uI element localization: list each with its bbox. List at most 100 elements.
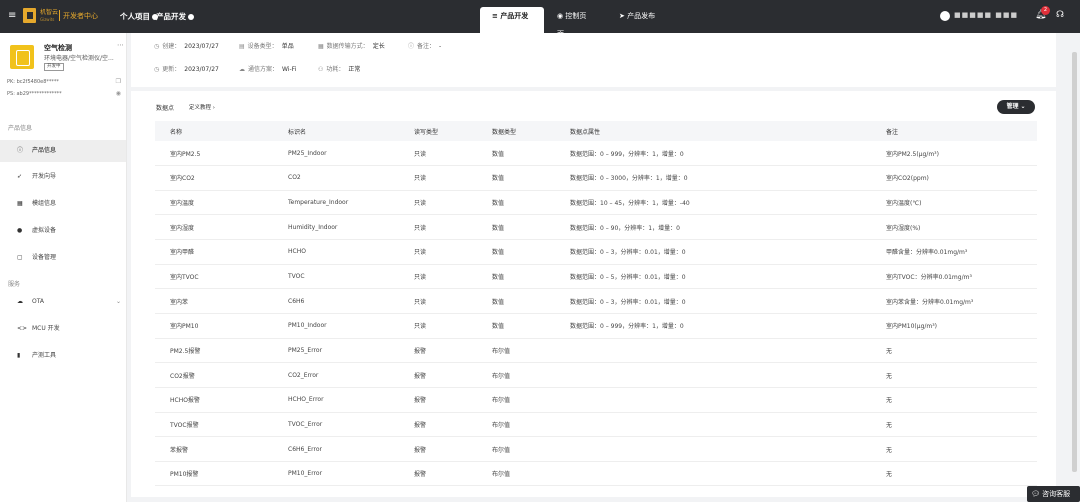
sidebar-item-device-management[interactable]: ▢ 设备管理 xyxy=(0,247,126,269)
datapoint-table: 名称 标识名 读写类型 数据类型 数据点属性 备注 室内PM2.5 PM25_Indoor 只… xyxy=(155,121,1037,487)
table-cell: 只读 xyxy=(399,313,477,339)
table-cell: 报警 xyxy=(399,338,477,364)
avatar[interactable] xyxy=(940,11,950,21)
nav-personal-projects[interactable]: 个人项目 xyxy=(120,11,158,22)
table-row[interactable]: CO2报警 CO2_Error 报警 布尔值 无 xyxy=(155,362,1037,388)
table-cell: 只读 xyxy=(399,239,477,265)
more-icon[interactable]: ⋯ xyxy=(117,41,124,49)
table-cell: CO2报警 xyxy=(155,362,273,388)
table-cell: 室内TVOC xyxy=(155,264,273,290)
table-row[interactable]: PM2.5报警 PM25_Error 报警 布尔值 无 xyxy=(155,338,1037,364)
table-row[interactable]: HCHO报警 HCHO_Error 报警 布尔值 无 xyxy=(155,387,1037,413)
table-row[interactable]: 苯报警 C6H6_Error 报警 布尔值 无 xyxy=(155,436,1037,462)
table-cell: HCHO_Error xyxy=(273,387,399,413)
sidebar-item-dev-guide[interactable]: ➶ 开发向导 xyxy=(0,166,126,188)
section-service: 服务 xyxy=(8,281,21,288)
table-cell: 只读 xyxy=(399,264,477,290)
headset-icon[interactable]: ☊ xyxy=(1056,10,1064,20)
sidebar-item-module-info[interactable]: ▦ 模组信息 xyxy=(0,193,126,215)
product-secret: PS: ab29************* ◉ xyxy=(7,90,121,97)
column-header: 数据点属性 xyxy=(555,121,871,141)
table-cell: 数据范围：10 – 45，分辨率：1，增量：-40 xyxy=(555,190,871,216)
table-cell: 报警 xyxy=(399,412,477,438)
column-header: 读写类型 xyxy=(399,121,477,141)
customer-service-button[interactable]: 💬︎ 咨询客服 xyxy=(1027,486,1080,502)
table-cell: 数据范围：0 – 3000，分辨率：1，增量：0 xyxy=(555,165,871,191)
scrollbar[interactable] xyxy=(1072,52,1077,472)
table-cell: 室内温度(℃) xyxy=(871,190,1037,216)
table-cell: 甲醛含量：分辨率0.01mg/m³ xyxy=(871,239,1037,265)
sidebar: 空气检测 环境电器/空气检测仪/空... 开发中 ⋯ PK: bc2f5480e… xyxy=(0,33,127,502)
table-cell: Humidity_Indoor xyxy=(273,214,399,241)
product-category: 环境电器/空气检测仪/空... xyxy=(44,55,114,62)
table-cell: 室内湿度 xyxy=(155,214,273,241)
top-navbar: ≡ 机智云 Gizwits 开发者中心 个人项目 产品开发 ≡ 产品开发 ◉ 控制… xyxy=(0,0,1080,38)
table-cell: 无 xyxy=(871,362,1037,388)
cloud-icon: ☁ xyxy=(239,66,245,73)
table-body: 室内PM2.5 PM25_Indoor 只读 数值 数据范围：0 – 999，分辨率：1… xyxy=(155,141,1037,487)
table-cell: 苯报警 xyxy=(155,436,273,462)
table-cell: 数据范围：0 – 3，分辨率：0.01，增量：0 xyxy=(555,239,871,265)
dropdown-icon xyxy=(188,14,194,20)
table-row[interactable]: 室内TVOC TVOC 只读 数值 数据范围：0 – 5，分辨率：0.01，增量：0 室内… xyxy=(155,264,1037,290)
table-row[interactable]: 室内甲醛 HCHO 只读 数值 数据范围：0 – 3，分辨率：0.01，增量：0 甲醛含量… xyxy=(155,239,1037,265)
copy-icon[interactable]: ❐ xyxy=(116,78,121,85)
table-cell: 数据范围：0 – 3，分辨率：0.01，增量：0 xyxy=(555,288,871,314)
tab-control-page[interactable]: ◉ 控制页面 xyxy=(545,7,605,38)
table-cell: 数值 xyxy=(477,313,555,339)
sidebar-item-virtual-device[interactable]: ● 虚拟设备 xyxy=(0,220,126,242)
table-row[interactable]: 室内湿度 Humidity_Indoor 只读 数值 数据范围：0 – 90，分辨率：1… xyxy=(155,214,1037,241)
table-cell: C6H6 xyxy=(273,288,399,314)
sidebar-item-mcu-dev[interactable]: <> MCU 开发 xyxy=(0,318,126,340)
product-name: 空气检测 xyxy=(44,44,72,52)
info-updated: ◷ 更新： 2023/07/27 xyxy=(154,66,219,73)
table-cell: 布尔值 xyxy=(477,436,555,462)
info-comm-scheme: ☁ 通信方案： Wi-Fi xyxy=(239,66,297,73)
table-cell: 室内PM2.5(μg/m³) xyxy=(871,141,1037,167)
transfer-icon: ▦ xyxy=(318,43,324,50)
hamburger-icon[interactable]: ≡ xyxy=(8,11,16,21)
column-header: 标识名 xyxy=(273,121,399,141)
table-row[interactable]: 室内PM10 PM10_Indoor 只读 数值 数据范围：0 – 999，分辨率：1，… xyxy=(155,313,1037,339)
table-cell: CO2_Error xyxy=(273,362,399,388)
table-cell: TVOC报警 xyxy=(155,412,273,438)
table-row[interactable]: 室内PM2.5 PM25_Indoor 只读 数值 数据范围：0 – 999，分辨率：1… xyxy=(155,141,1037,167)
chat-icon: 💬︎ xyxy=(1031,490,1040,498)
device-icon: ▢ xyxy=(17,254,23,261)
product-key: PK: bc2f5480e8***** ❐ xyxy=(7,78,121,85)
user-name[interactable]: ■■■■■ ■■■ xyxy=(954,11,1018,19)
table-row[interactable]: 室内CO2 CO2 只读 数值 数据范围：0 – 3000，分辨率：1，增量：0 室内CO… xyxy=(155,165,1037,191)
table-row[interactable]: TVOC报警 TVOC_Error 报警 布尔值 无 xyxy=(155,412,1037,438)
list-icon: ≡ xyxy=(492,12,498,20)
table-cell: 布尔值 xyxy=(477,362,555,388)
nav-product-dev[interactable]: 产品开发 xyxy=(156,11,194,22)
table-cell: 无 xyxy=(871,338,1037,364)
table-cell: 室内PM2.5 xyxy=(155,141,273,167)
chevron-down-icon: ⌄ xyxy=(116,298,122,305)
tab-product-release[interactable]: ➤ 产品发布 xyxy=(607,7,671,33)
info-remark: ⓘ 备注： - xyxy=(408,43,442,50)
table-cell xyxy=(555,412,871,438)
info-device-type: ▤ 设备类型： 单品 xyxy=(239,43,294,50)
table-cell: TVOC xyxy=(273,264,399,290)
table-cell: 只读 xyxy=(399,190,477,216)
table-cell: 数据范围：0 – 999，分辨率：1，增量：0 xyxy=(555,313,871,339)
gizwits-logo-icon[interactable] xyxy=(23,8,36,23)
sidebar-item-ota[interactable]: ☁ OTA ⌄ xyxy=(0,291,126,313)
table-cell: 室内苯 xyxy=(155,288,273,314)
tab-product-dev[interactable]: ≡ 产品开发 xyxy=(480,7,544,33)
table-cell: 无 xyxy=(871,387,1037,413)
tutorial-link[interactable]: 定义教程 › xyxy=(189,103,215,111)
sidebar-item-test-tool[interactable]: ▮ 产测工具 xyxy=(0,345,126,367)
manage-button[interactable]: 管理 ⌄ xyxy=(997,100,1035,114)
table-row[interactable]: PM10报警 PM10_Error 报警 布尔值 无 xyxy=(155,461,1037,487)
table-cell: 报警 xyxy=(399,461,477,487)
table-cell: 数值 xyxy=(477,239,555,265)
sidebar-item-product-info[interactable]: ⓘ 产品信息 xyxy=(0,140,126,162)
table-row[interactable]: 室内苯 C6H6 只读 数值 数据范围：0 – 3，分辨率：0.01，增量：0 室内苯含量… xyxy=(155,288,1037,314)
table-cell: 室内CO2 xyxy=(155,165,273,191)
table-cell: 只读 xyxy=(399,141,477,167)
table-row[interactable]: 室内温度 Temperature_Indoor 只读 数值 数据范围：10 – 45，分… xyxy=(155,190,1037,216)
eye-icon[interactable]: ◉ xyxy=(116,90,121,97)
table-cell: 报警 xyxy=(399,436,477,462)
